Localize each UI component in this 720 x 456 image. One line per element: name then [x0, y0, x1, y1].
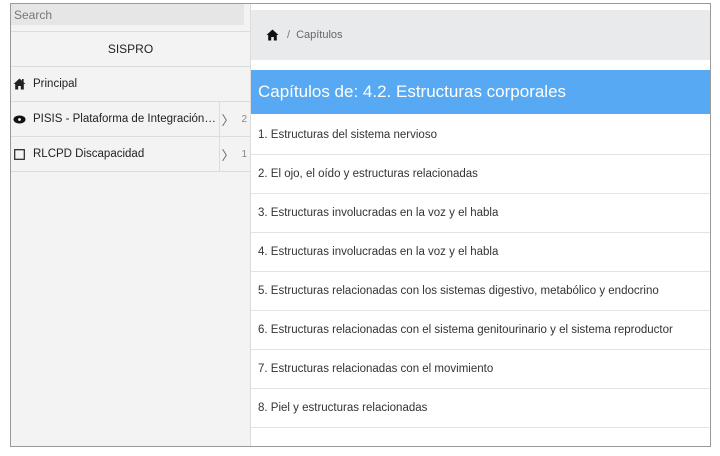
sidebar-item-label: Principal	[33, 78, 78, 90]
home-icon[interactable]	[266, 29, 279, 41]
sidebar-item-count: 1	[241, 148, 247, 160]
breadcrumb-current: Capítulos	[296, 29, 343, 41]
search-input[interactable]	[11, 4, 244, 25]
chapter-item[interactable]: 4. Estructuras involucradas en la voz y …	[251, 233, 710, 272]
square-icon	[12, 148, 26, 160]
sidebar: SISPRO Principal PISIS - Plataforma de I…	[11, 4, 251, 446]
sidebar-item-label: RLCPD Discapacidad	[33, 148, 145, 160]
chapter-item[interactable]: 8. Piel y estructuras relacionadas	[251, 389, 710, 428]
sidebar-item-count: 2	[241, 113, 247, 125]
main-content: / Capítulos Capítulos de: 4.2. Estructur…	[251, 4, 710, 446]
brand-title: SISPRO	[11, 31, 250, 67]
chapter-item[interactable]: 5. Estructuras relacionadas con los sist…	[251, 272, 710, 311]
chapter-item[interactable]: 7. Estructuras relacionadas con el movim…	[251, 350, 710, 389]
chapter-item[interactable]: 2. El ojo, el oído y estructuras relacio…	[251, 155, 710, 194]
sidebar-nav: Principal PISIS - Plataforma de Integrac…	[11, 67, 250, 172]
eye-icon	[12, 115, 26, 124]
chapter-item[interactable]: 1. Estructuras del sistema nervioso	[251, 116, 710, 155]
breadcrumb-separator: /	[287, 29, 291, 41]
chevron-right-icon[interactable]: 〉	[219, 137, 235, 171]
page-title: Capítulos de: 4.2. Estructuras corporale…	[251, 70, 710, 114]
app-window: SISPRO Principal PISIS - Plataforma de I…	[10, 3, 711, 447]
chapter-list: 1. Estructuras del sistema nervioso 2. E…	[251, 116, 710, 428]
home-icon	[12, 78, 26, 90]
chapter-item[interactable]: 3. Estructuras involucradas en la voz y …	[251, 194, 710, 233]
sidebar-item-principal[interactable]: Principal	[11, 67, 250, 102]
chapter-item[interactable]: 6. Estructuras relacionadas con el siste…	[251, 311, 710, 350]
sidebar-item-rlcpd[interactable]: RLCPD Discapacidad 〉 1	[11, 137, 250, 172]
sidebar-item-pisis[interactable]: PISIS - Plataforma de Integración d... 〉…	[11, 102, 250, 137]
chevron-right-icon[interactable]: 〉	[219, 102, 235, 136]
sidebar-item-label: PISIS - Plataforma de Integración d...	[33, 113, 219, 125]
breadcrumb: / Capítulos	[251, 10, 710, 60]
